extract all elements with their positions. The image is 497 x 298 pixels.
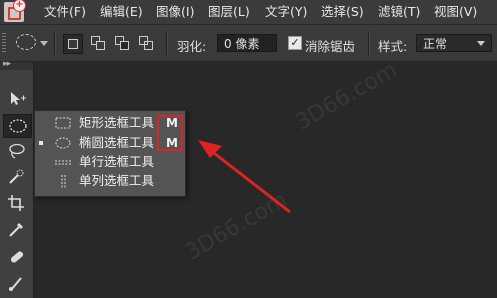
annotation-arrow-icon	[198, 140, 291, 214]
